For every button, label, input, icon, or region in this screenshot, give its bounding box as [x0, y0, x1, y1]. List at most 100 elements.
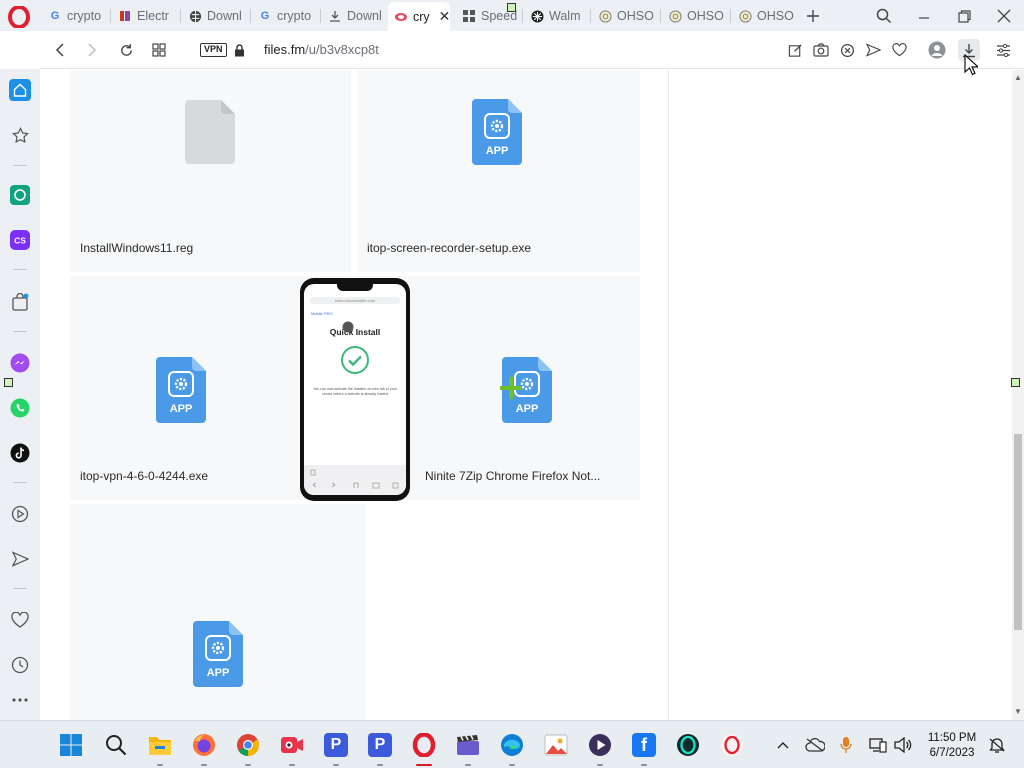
mouse-pointer-icon [964, 54, 978, 76]
profile-icon[interactable] [926, 39, 948, 61]
messenger-icon[interactable] [9, 352, 31, 374]
app-icon-label: APP [206, 667, 230, 679]
app-icon-label: APP [515, 403, 539, 415]
chrome-icon[interactable] [236, 733, 260, 757]
reload-button[interactable] [115, 39, 137, 61]
phone-screen: www.ohsoinstaller.com Mobile PRO Quick I… [304, 284, 406, 495]
lock-icon[interactable] [228, 39, 250, 61]
ohso-icon [598, 9, 612, 23]
tab-1[interactable]: G crypto [42, 4, 108, 28]
tab-active[interactable]: cry ✕ [388, 2, 450, 31]
page-scrollbar[interactable]: ▲ ▼ [1012, 70, 1024, 720]
url-field[interactable]: files.fm/u/b3v8xcp8t [264, 42, 379, 57]
easy-setup-icon[interactable] [992, 39, 1014, 61]
tab-5[interactable]: Downl [322, 4, 382, 28]
selection-handle[interactable] [4, 378, 13, 387]
new-tab-plus-icon[interactable] [802, 5, 824, 27]
tab-10[interactable]: OHSO [662, 4, 728, 28]
tab-9[interactable]: OHSO [592, 4, 658, 28]
tab-2[interactable]: Electr [112, 4, 178, 28]
shopping-bag-icon[interactable] [9, 291, 31, 313]
microphone-icon[interactable] [836, 735, 856, 755]
send-icon[interactable] [862, 39, 884, 61]
volume-icon[interactable] [893, 735, 913, 755]
selection-handle[interactable] [1011, 378, 1020, 387]
onedrive-cloud-icon[interactable] [805, 735, 825, 755]
search-icon[interactable] [104, 733, 128, 757]
opera-taskbar-icon[interactable] [412, 733, 436, 757]
network-icon[interactable] [868, 735, 888, 755]
tab-label: OHSO [687, 9, 724, 23]
tab-11[interactable]: OHSO [732, 4, 798, 28]
tab-3[interactable]: Downl [182, 4, 248, 28]
grid-icon [462, 9, 476, 23]
media-player-icon[interactable] [588, 733, 612, 757]
tab-label: Downl [347, 9, 382, 23]
minimize-icon[interactable] [913, 5, 935, 27]
tab-label: Downl [207, 9, 242, 23]
windows-start-icon[interactable] [59, 733, 83, 757]
phone-title: Quick Install [329, 327, 381, 337]
screen-recorder-icon[interactable] [280, 733, 304, 757]
player-icon[interactable] [9, 503, 31, 525]
tiktok-icon[interactable] [9, 442, 31, 464]
ohso-icon [738, 9, 752, 23]
history-clock-icon[interactable] [9, 654, 31, 676]
touch-dot-icon [342, 321, 354, 333]
scroll-up-arrow-icon[interactable]: ▲ [1012, 72, 1024, 84]
facebook-icon[interactable]: f [632, 733, 656, 757]
flow-send-icon[interactable] [9, 548, 31, 570]
file-card[interactable]: APP itop-screen-recorder-setup.exe [357, 70, 640, 272]
close-window-icon[interactable] [993, 5, 1015, 27]
tab-4[interactable]: G crypto [252, 4, 318, 28]
globe-icon [188, 9, 202, 23]
url-host: files.fm [264, 42, 306, 57]
notifications-icon[interactable] [987, 735, 1007, 755]
close-tab-icon[interactable]: ✕ [439, 8, 450, 25]
photos-icon[interactable] [544, 733, 568, 757]
forward-button[interactable] [81, 39, 103, 61]
chatgpt-icon[interactable] [9, 184, 31, 206]
more-options-icon[interactable] [9, 689, 31, 711]
tab-label: OHSO [617, 9, 654, 23]
whatsapp-icon[interactable] [9, 397, 31, 419]
pandora-p-icon[interactable]: P [324, 733, 348, 757]
phone-overlay[interactable]: www.ohsoinstaller.com Mobile PRO Quick I… [300, 278, 410, 501]
opera-browser-icon[interactable] [720, 733, 744, 757]
tab-grid-icon[interactable] [148, 39, 170, 61]
scroll-thumb[interactable] [1014, 434, 1022, 630]
ohso-icon [668, 9, 682, 23]
bookmarks-star-icon[interactable] [9, 124, 31, 146]
tab-8[interactable]: Walm [524, 4, 588, 28]
show-hidden-icons-chevron-icon[interactable] [773, 735, 793, 755]
pinboard-heart-icon[interactable] [9, 609, 31, 631]
search-tabs-icon[interactable] [873, 5, 895, 27]
selection-handle[interactable] [507, 3, 516, 12]
heart-icon[interactable] [888, 39, 910, 61]
tab-label: Electr [137, 9, 169, 23]
restore-icon[interactable] [953, 5, 975, 27]
back-button[interactable] [49, 39, 71, 61]
home-icon[interactable] [9, 79, 31, 101]
vpn-badge[interactable]: VPN [200, 43, 227, 57]
edit-icon[interactable] [784, 39, 806, 61]
opera-gx-icon[interactable] [676, 733, 700, 757]
scroll-down-arrow-icon[interactable]: ▼ [1012, 706, 1024, 718]
ad-block-icon[interactable] [836, 39, 858, 61]
firefox-icon[interactable] [192, 733, 216, 757]
tab-label: Walm [549, 9, 581, 23]
file-card[interactable]: InstallWindows11.reg [70, 70, 351, 272]
edge-icon[interactable] [500, 733, 524, 757]
chatsonic-icon[interactable]: CS [9, 229, 31, 251]
pandora-p-icon-2[interactable]: P [368, 733, 392, 757]
clock-time: 11:50 PM [927, 732, 977, 744]
camera-icon[interactable] [810, 39, 832, 61]
tab-label: crypto [67, 9, 102, 23]
system-clock[interactable]: 11:50 PM 6/7/2023 [922, 731, 982, 761]
file-card[interactable]: APP [70, 504, 366, 720]
file-explorer-icon[interactable] [148, 733, 172, 757]
google-g-icon: G [260, 10, 270, 22]
file-name: InstallWindows11.reg [80, 241, 194, 255]
clapperboard-icon[interactable] [456, 733, 480, 757]
opera-menu-icon[interactable] [8, 6, 30, 28]
